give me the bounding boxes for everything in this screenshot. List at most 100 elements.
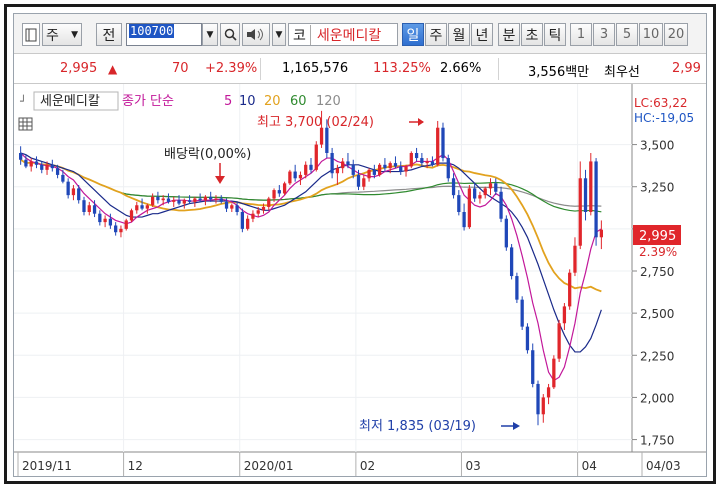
chart-settings-icon[interactable] [22,23,40,46]
code-dropdown-button[interactable]: ▼ [202,23,218,46]
candle-body [150,196,155,206]
candle-body [425,161,429,164]
candle-body [515,276,519,300]
candle-body [55,168,60,175]
chevron-down-icon: ▼ [275,29,283,40]
candle-body [272,190,276,199]
candle-body [161,198,165,201]
interval-5-label: 5 [622,27,632,42]
candle-body [140,205,144,209]
candle-body [77,188,81,201]
y-tick-label: 2,000 [640,391,674,405]
candle-body [319,127,324,145]
period-day-tab[interactable]: 일 [402,23,424,46]
candle-body [145,205,149,209]
candle-body [531,350,535,384]
candle-body [441,127,445,159]
candle-body [40,164,44,170]
x-tick-label: 2020/01 [244,459,294,473]
candle-body [177,200,181,204]
candle-body [488,183,493,189]
price-change: 70 [172,61,189,76]
candlestick-chart[interactable]: 1,7502,0002,2502,5002,7503,0003,2503,500… [14,84,707,477]
hc-label: HC:-19,05 [634,111,694,125]
stock-name-box[interactable]: 코 세운메디칼 [288,23,398,46]
candle-body [314,144,318,170]
chart-area[interactable]: 1,7502,0002,2502,5002,7503,0003,2503,500… [14,84,707,477]
period-tick-tab[interactable]: 틱 [544,23,566,46]
candle-body [409,153,413,167]
y-tick-label: 3,500 [640,139,674,153]
candle-body [367,169,371,179]
candle-body [568,272,572,307]
candle-body [166,198,171,202]
candle-body [214,198,218,200]
candle-body [504,218,508,248]
candle-body [573,245,577,273]
market-prefix: 코 [293,24,311,45]
candle-body [298,174,303,179]
up-arrow-icon: ▲ [108,62,118,76]
period-month-label: 월 [452,27,466,44]
sound-dropdown[interactable]: ▼ [272,23,286,46]
candle-body [82,200,86,212]
candle-body [182,200,186,204]
period-year-tab[interactable]: 년 [471,23,493,46]
interval-1-label: 1 [576,27,586,42]
candle-body [351,164,355,175]
candle-body [536,383,540,415]
candle-body [494,183,498,192]
candle-body [282,183,287,194]
candle-body [446,158,450,179]
candle-body [34,161,39,165]
candle-body [552,358,556,388]
interval-3-button[interactable]: 3 [593,23,615,46]
candle-body [304,164,308,175]
period-second-tab[interactable]: 초 [521,23,543,46]
candle-body [114,225,118,233]
candle-body [251,213,255,219]
candle-body [187,200,192,202]
quote-bar: 2,995 ▲ 70 +2.39% 1,165,576 113.25% 2.66… [14,54,706,84]
candle-body [256,210,260,214]
interval-10-button[interactable]: 10 [639,23,663,46]
candle-body [240,212,245,229]
lc-label: LC:63,22 [634,96,687,110]
stock-code-input[interactable]: 100700 [126,23,202,46]
market-select[interactable]: 주 ▼ [42,23,82,46]
current-price: 2,995 [60,61,98,76]
high-annotation: 최고 3,700 (02/24) [257,115,374,130]
table-view-icon[interactable] [18,117,33,131]
candle-body [346,161,350,165]
candle-body [103,218,107,223]
period-month-tab[interactable]: 월 [448,23,470,46]
candle-body [98,213,102,223]
candle-body [124,220,128,229]
candle-body [45,164,49,170]
candle-body [478,195,482,199]
candle-body [594,161,598,238]
interval-20-button[interactable]: 20 [664,23,688,46]
candle-body [246,218,250,229]
chart-type-button[interactable]: 전 [96,23,122,46]
best-bid-price: 2,99 [672,61,701,76]
candle-body [414,153,419,159]
candle-body [335,168,340,174]
candle-body [399,166,403,172]
candle-body [24,159,28,167]
candle-body [436,127,440,165]
candle-body [356,174,361,187]
legend-ma5: 5 [224,94,232,109]
candle-body [198,198,202,201]
period-week-tab[interactable]: 주 [425,23,447,46]
interval-5-button[interactable]: 5 [616,23,638,46]
candle-body [224,201,229,209]
candle-body [509,247,514,277]
candle-body [172,200,176,202]
sound-button[interactable] [242,23,270,46]
period-minute-tab[interactable]: 분 [498,23,520,46]
interval-1-button[interactable]: 1 [570,23,592,46]
search-button[interactable] [220,23,240,46]
price-tag-percent: 2.39% [639,245,677,259]
chart-window: 주 ▼ 전 100700 ▼ ▼ 코 세운메디칼 일 주 월 년 분 초 틱 1… [13,13,707,477]
